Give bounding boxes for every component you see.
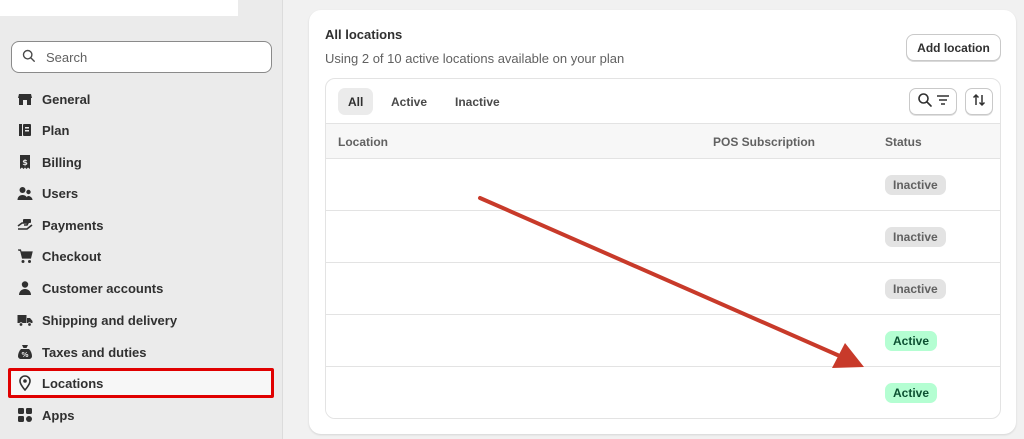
table-row[interactable]: Active <box>326 367 1000 418</box>
sidebar-item-label: Billing <box>42 154 82 170</box>
status-badge: Active <box>885 331 938 351</box>
filter-lines-icon <box>936 93 950 110</box>
store-icon <box>17 91 33 107</box>
card-subtitle: Using 2 of 10 active locations available… <box>325 51 625 66</box>
sort-button[interactable] <box>965 88 993 115</box>
table-row[interactable]: Inactive <box>326 211 1000 263</box>
sidebar-item-label: General <box>42 91 91 107</box>
card-title: All locations <box>325 27 403 42</box>
sidebar-item-label: Checkout <box>42 248 102 264</box>
sidebar-item-label: Plan <box>42 122 70 138</box>
plan-icon <box>17 122 33 138</box>
sidebar-item-shipping-and-delivery[interactable]: Shipping and delivery <box>11 305 273 335</box>
sidebar-item-label: Users <box>42 185 79 201</box>
sidebar-item-taxes-and-duties[interactable]: % Taxes and duties <box>11 337 273 367</box>
search-input[interactable] <box>46 49 246 65</box>
users-icon <box>17 185 33 201</box>
location-cell <box>326 263 814 314</box>
tab-all[interactable]: All <box>338 88 374 115</box>
sidebar-item-payments[interactable]: Payments <box>11 210 273 240</box>
status-badge: Active <box>885 383 938 403</box>
tab-inactive[interactable]: Inactive <box>445 88 510 115</box>
search-filter-button[interactable] <box>909 88 957 115</box>
locations-table-container: All Active Inactive Location POS Subscri… <box>325 78 1001 419</box>
billing-icon: $ <box>17 154 33 170</box>
sidebar-header-strip <box>0 0 238 16</box>
sidebar-item-label: Customer accounts <box>42 280 164 296</box>
sidebar-item-label: Apps <box>42 407 75 423</box>
location-cell <box>326 211 814 262</box>
table-row[interactable]: Inactive <box>326 263 1000 315</box>
table-row[interactable]: Active <box>326 315 1000 367</box>
sidebar-item-label: Taxes and duties <box>42 344 147 360</box>
truck-icon <box>17 312 33 328</box>
search-icon <box>22 49 36 66</box>
sidebar-item-label: Payments <box>42 217 104 233</box>
tax-icon: % <box>17 344 33 360</box>
tab-active[interactable]: Active <box>381 88 437 115</box>
sidebar-item-customer-accounts[interactable]: Customer accounts <box>11 273 273 303</box>
sort-arrows-icon <box>972 93 986 110</box>
location-cell <box>326 315 814 366</box>
column-header-status[interactable]: Status <box>885 135 922 149</box>
settings-sidebar: General Plan $ Billing Users Payments Ch… <box>0 0 283 439</box>
column-header-pos-subscription[interactable]: POS Subscription <box>713 135 815 149</box>
search-icon <box>917 92 933 111</box>
locations-card: All locations Using 2 of 10 active locat… <box>309 10 1016 434</box>
location-pin-icon <box>17 375 33 391</box>
sidebar-item-label: Locations <box>42 375 104 391</box>
sidebar-item-apps[interactable]: Apps <box>11 400 273 430</box>
filter-tabs: All Active Inactive <box>326 79 1000 123</box>
sidebar-item-locations[interactable]: Locations <box>11 368 273 398</box>
cart-icon <box>17 248 33 264</box>
table-header: Location POS Subscription Status <box>326 123 1000 159</box>
column-header-location[interactable]: Location <box>338 135 388 149</box>
payments-icon <box>17 217 33 233</box>
add-location-button[interactable]: Add location <box>906 34 1001 61</box>
sidebar-item-plan[interactable]: Plan <box>11 115 273 145</box>
status-badge: Inactive <box>885 175 946 195</box>
sidebar-item-billing[interactable]: $ Billing <box>11 147 273 177</box>
status-badge: Inactive <box>885 279 946 299</box>
sidebar-item-general[interactable]: General <box>11 84 273 114</box>
sidebar-item-users[interactable]: Users <box>11 178 273 208</box>
location-cell <box>326 159 814 210</box>
sidebar-item-label: Shipping and delivery <box>42 312 178 328</box>
sidebar-item-checkout[interactable]: Checkout <box>11 241 273 271</box>
svg-text:%: % <box>21 351 28 359</box>
status-badge: Inactive <box>885 227 946 247</box>
location-cell <box>326 367 814 418</box>
search-box[interactable] <box>11 41 272 73</box>
person-icon <box>17 280 33 296</box>
table-row[interactable]: Inactive <box>326 159 1000 211</box>
apps-icon <box>17 407 33 423</box>
svg-text:$: $ <box>22 158 28 167</box>
